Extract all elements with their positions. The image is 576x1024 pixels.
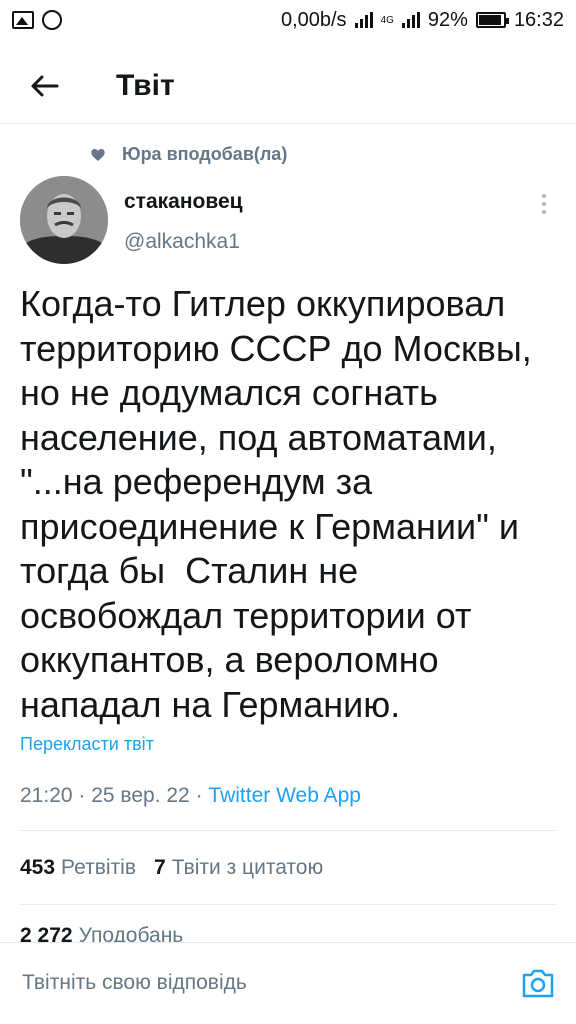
app-header: Твіт — [0, 48, 576, 124]
camera-icon[interactable] — [520, 965, 556, 1001]
more-dot-icon — [542, 194, 546, 198]
quotes-count: 7 — [154, 856, 166, 879]
tweet-line: население, под автоматами, — [20, 416, 497, 458]
status-bar-right: 0,00b/s 4G 92% 16:32 — [281, 9, 564, 32]
liked-by-text: Юра вподобав(ла) — [122, 144, 288, 164]
status-bar-left — [12, 10, 62, 30]
quotes-label: Твіти з цитатою — [171, 856, 324, 879]
tweet-line: но не додумался согнать — [20, 372, 438, 413]
retweets-label: Ретвітів — [61, 856, 136, 879]
likes-stat[interactable]: 2 272 Уподобань — [20, 924, 183, 942]
tweet-line: присоединение к Германии" и — [20, 505, 519, 547]
tweet-metadata: 21:20 · 25 вер. 22 · Twitter Web App — [20, 784, 361, 808]
separator: · — [195, 784, 209, 807]
social-context[interactable]: Юра вподобав(ла) — [90, 144, 287, 165]
arrow-left-icon — [31, 75, 59, 96]
retweets-stat[interactable]: 453 Ретвітів — [20, 856, 136, 880]
reply-input[interactable]: Твітніть свою відповідь — [22, 971, 247, 995]
likes-label: Уподобань — [78, 924, 184, 942]
signal-icon — [354, 12, 373, 28]
reply-bar: Твітніть свою відповідь — [0, 942, 576, 1024]
tweet-line: Когда-то Гитлер оккупировал — [20, 283, 506, 324]
status-bar: 0,00b/s 4G 92% 16:32 — [0, 0, 576, 40]
tweet-line: территорию СССР до Москвы, — [20, 327, 532, 369]
tweet-stats: 453 Ретвітів 7 Твіти з цитатою — [20, 856, 323, 880]
battery-icon — [475, 12, 509, 28]
avatar-portrait — [20, 176, 108, 264]
back-button[interactable] — [14, 56, 74, 116]
tweet-line: оккупантов, а вероломно — [20, 639, 439, 680]
tweet-time: 21:20 — [20, 784, 73, 807]
signal-icon-2 — [401, 12, 420, 28]
tweet-line: "...на референдум за — [20, 461, 373, 502]
divider — [20, 904, 556, 905]
more-dot-icon — [542, 202, 546, 206]
network-type: 4G — [380, 14, 394, 26]
tweet-line: тогда бы Сталин не — [20, 550, 359, 591]
divider — [20, 830, 556, 831]
author-handle[interactable]: @alkachka1 — [124, 230, 240, 254]
quotes-stat[interactable]: 7 Твіти з цитатою — [154, 856, 323, 880]
tweet-source-link[interactable]: Twitter Web App — [208, 784, 361, 807]
battery-percent: 92% — [427, 8, 468, 31]
separator: · — [78, 784, 92, 807]
heart-icon — [91, 148, 105, 161]
tweet-line: освобождал территории от — [20, 594, 472, 636]
author-name[interactable]: стакановец — [124, 190, 243, 214]
tweet-date: 25 вер. 22 — [91, 784, 190, 807]
more-dot-icon — [542, 210, 546, 214]
clock: 16:32 — [513, 8, 564, 31]
network-speed: 0,00b/s — [280, 8, 347, 31]
tweet-line: нападал на Германию. — [20, 683, 401, 725]
translate-tweet-link[interactable]: Перекласти твіт — [20, 734, 154, 755]
avatar[interactable] — [20, 176, 108, 264]
likes-count: 2 272 — [20, 924, 73, 942]
page-title: Твіт — [116, 68, 175, 102]
more-options-button[interactable] — [530, 188, 558, 220]
chat-notification-icon — [42, 10, 62, 30]
gallery-notification-icon — [12, 11, 34, 29]
tweet-text: Когда-то Гитлер оккупировал территорию С… — [20, 282, 560, 727]
retweets-count: 453 — [20, 856, 56, 879]
